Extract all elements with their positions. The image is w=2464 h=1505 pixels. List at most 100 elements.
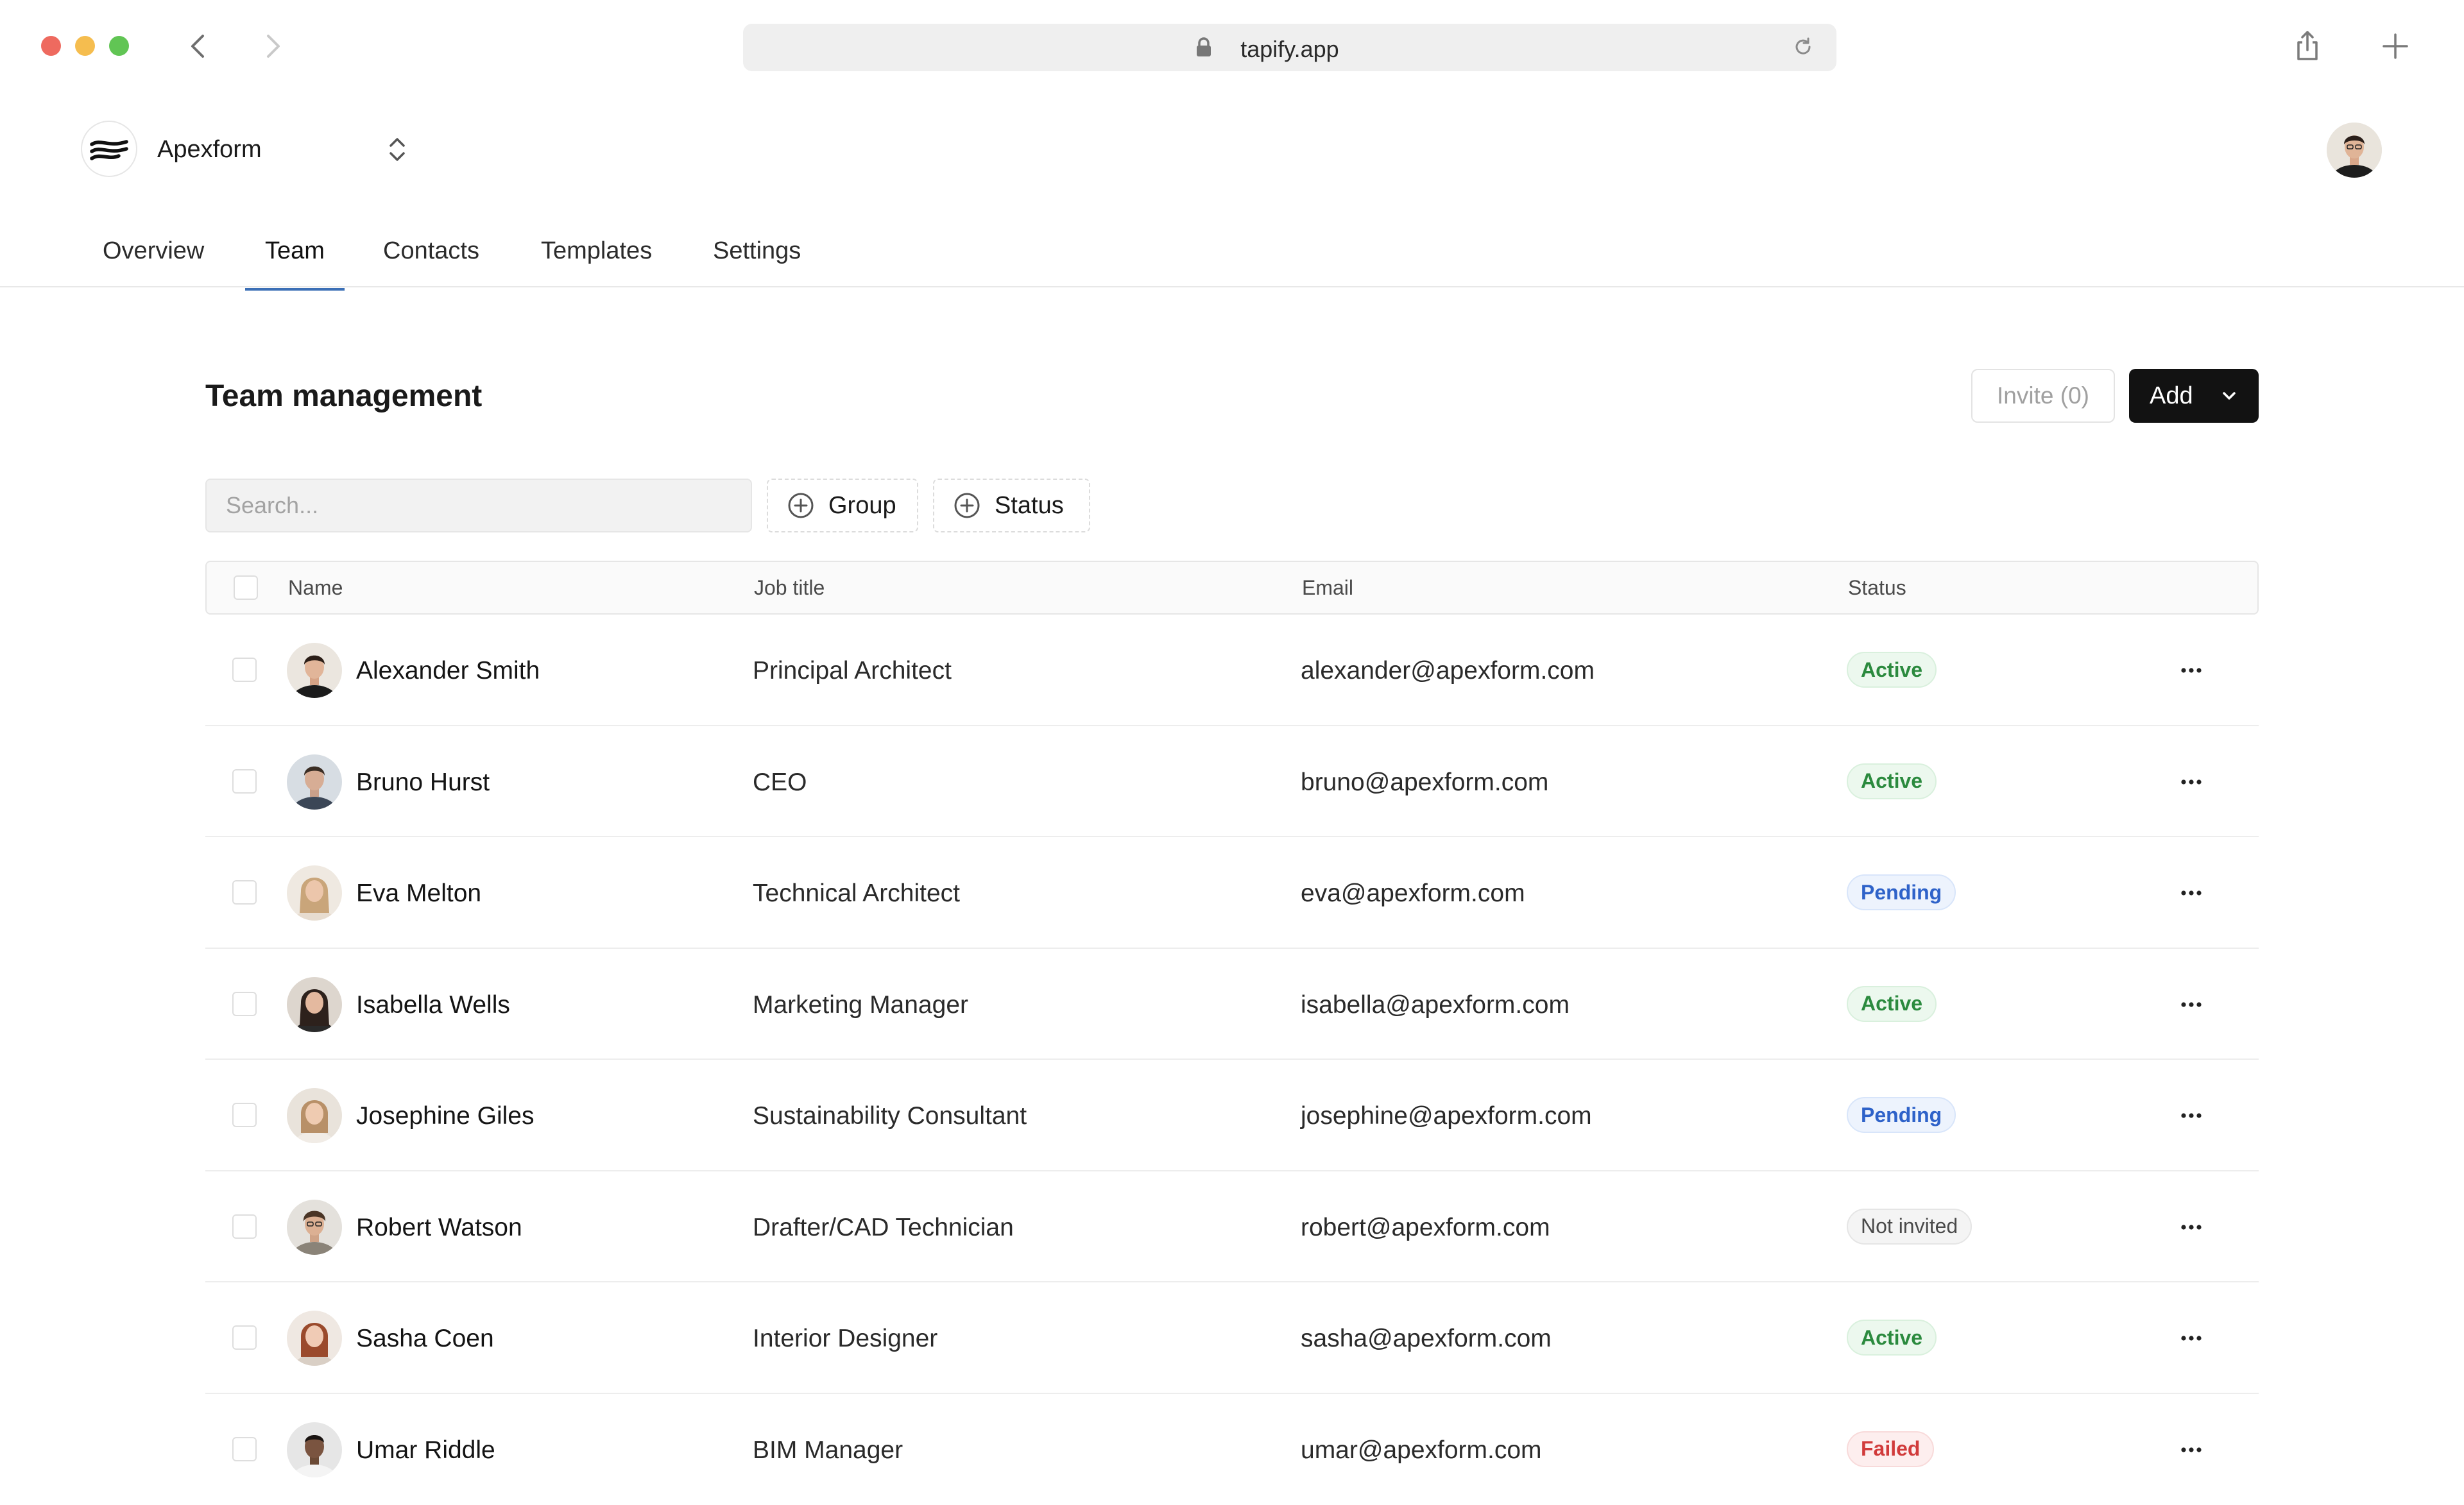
- chevron-up-down-icon[interactable]: [384, 134, 411, 165]
- table-row[interactable]: Alexander Smith Principal Architect alex…: [205, 615, 2259, 726]
- member-name: Josephine Giles: [356, 1102, 535, 1130]
- add-button[interactable]: Add: [2129, 369, 2259, 423]
- group-filter-label: Group: [828, 492, 896, 520]
- member-email: josephine@apexform.com: [1301, 1102, 1592, 1130]
- member-name: Sasha Coen: [356, 1325, 494, 1353]
- member-job-title: Marketing Manager: [753, 991, 968, 1019]
- person-portrait-icon: [287, 1422, 342, 1477]
- team-table: Name Job title Email Status Alexander Sm…: [205, 561, 2259, 1505]
- status-badge: Not invited: [1847, 1209, 1972, 1245]
- more-options-icon[interactable]: [2176, 1439, 2207, 1461]
- person-portrait-icon: [287, 1088, 342, 1143]
- window-zoom-button[interactable]: [109, 36, 129, 56]
- avatar: [287, 1088, 342, 1143]
- member-email: isabella@apexform.com: [1301, 991, 1570, 1019]
- status-badge: Active: [1847, 763, 1937, 799]
- plus-circle-icon: [954, 492, 980, 519]
- table-header: Name Job title Email Status: [205, 561, 2259, 615]
- window-minimize-button[interactable]: [75, 36, 95, 56]
- user-avatar[interactable]: [2327, 123, 2382, 178]
- column-header-name[interactable]: Name: [288, 576, 343, 600]
- person-portrait-icon: [287, 643, 342, 698]
- window-close-button[interactable]: [41, 36, 61, 56]
- member-job-title: Interior Designer: [753, 1325, 937, 1353]
- more-options-icon[interactable]: [2176, 882, 2207, 904]
- status-filter-label: Status: [995, 492, 1064, 520]
- workspace-name[interactable]: Apexform: [157, 136, 262, 164]
- add-button-label: Add: [2150, 382, 2193, 410]
- member-job-title: Drafter/CAD Technician: [753, 1214, 1014, 1242]
- status-filter-button[interactable]: Status: [933, 479, 1090, 532]
- column-header-job-title[interactable]: Job title: [754, 576, 825, 600]
- column-header-email[interactable]: Email: [1302, 576, 1353, 600]
- table-row[interactable]: Umar Riddle BIM Manager umar@apexform.co…: [205, 1394, 2259, 1505]
- tab-overview[interactable]: Overview: [103, 237, 204, 288]
- tab-contacts[interactable]: Contacts: [383, 237, 479, 288]
- apexform-logo-icon: [89, 136, 129, 162]
- status-badge: Failed: [1847, 1431, 1934, 1467]
- tab-team[interactable]: Team: [245, 237, 345, 291]
- row-checkbox[interactable]: [232, 1437, 257, 1461]
- member-job-title: Sustainability Consultant: [753, 1102, 1027, 1130]
- new-tab-icon[interactable]: [2377, 28, 2413, 64]
- table-row[interactable]: Eva Melton Technical Architect eva@apexf…: [205, 837, 2259, 949]
- table-row[interactable]: Bruno Hurst CEO bruno@apexform.com Activ…: [205, 726, 2259, 838]
- avatar: [287, 865, 342, 921]
- member-email: eva@apexform.com: [1301, 880, 1525, 908]
- more-options-icon[interactable]: [2176, 771, 2207, 793]
- avatar: [287, 643, 342, 698]
- person-portrait-icon: [287, 1200, 342, 1255]
- reload-icon[interactable]: [1792, 35, 1815, 58]
- more-options-icon[interactable]: [2176, 1216, 2207, 1238]
- row-checkbox[interactable]: [232, 1214, 257, 1239]
- row-checkbox[interactable]: [232, 769, 257, 794]
- person-portrait-icon: [287, 977, 342, 1032]
- avatar: [287, 1422, 342, 1477]
- more-options-icon[interactable]: [2176, 1327, 2207, 1349]
- table-row[interactable]: Sasha Coen Interior Designer sasha@apexf…: [205, 1282, 2259, 1394]
- more-options-icon[interactable]: [2176, 659, 2207, 681]
- row-checkbox[interactable]: [232, 658, 257, 682]
- row-checkbox[interactable]: [232, 1325, 257, 1350]
- status-badge: Pending: [1847, 1097, 1956, 1133]
- member-name: Bruno Hurst: [356, 769, 490, 797]
- chevron-down-icon: [2219, 386, 2239, 406]
- select-all-checkbox[interactable]: [234, 575, 258, 600]
- back-arrow-icon[interactable]: [184, 31, 214, 62]
- member-name: Alexander Smith: [356, 657, 540, 685]
- member-email: bruno@apexform.com: [1301, 769, 1548, 797]
- group-filter-button[interactable]: Group: [767, 479, 918, 532]
- avatar: [287, 1200, 342, 1255]
- browser-toolbar: tapify.app: [0, 0, 2464, 95]
- member-job-title: CEO: [753, 769, 807, 797]
- member-name: Eva Melton: [356, 880, 481, 908]
- more-options-icon[interactable]: [2176, 1105, 2207, 1127]
- avatar: [287, 754, 342, 810]
- status-badge: Pending: [1847, 874, 1956, 910]
- row-checkbox[interactable]: [232, 1103, 257, 1127]
- forward-arrow-icon[interactable]: [257, 31, 287, 62]
- invite-button[interactable]: Invite (0): [1971, 369, 2115, 423]
- person-portrait-icon: [287, 865, 342, 921]
- member-job-title: Principal Architect: [753, 657, 952, 685]
- row-checkbox[interactable]: [232, 880, 257, 905]
- row-checkbox[interactable]: [232, 992, 257, 1016]
- column-header-status[interactable]: Status: [1848, 576, 1906, 600]
- table-row[interactable]: Isabella Wells Marketing Manager isabell…: [205, 949, 2259, 1060]
- tab-templates[interactable]: Templates: [541, 237, 652, 288]
- member-email: robert@apexform.com: [1301, 1214, 1550, 1242]
- member-name: Robert Watson: [356, 1214, 522, 1242]
- share-icon[interactable]: [2289, 28, 2325, 64]
- workspace-logo[interactable]: [81, 121, 137, 177]
- address-bar[interactable]: tapify.app: [743, 24, 1836, 71]
- table-row[interactable]: Robert Watson Drafter/CAD Technician rob…: [205, 1171, 2259, 1283]
- avatar: [287, 977, 342, 1032]
- person-portrait-icon: [287, 1311, 342, 1366]
- more-options-icon[interactable]: [2176, 994, 2207, 1016]
- member-name: Isabella Wells: [356, 991, 510, 1019]
- search-input[interactable]: [205, 479, 752, 532]
- member-name: Umar Riddle: [356, 1436, 495, 1465]
- tab-settings[interactable]: Settings: [713, 237, 801, 288]
- member-email: sasha@apexform.com: [1301, 1325, 1552, 1353]
- table-row[interactable]: Josephine Giles Sustainability Consultan…: [205, 1060, 2259, 1171]
